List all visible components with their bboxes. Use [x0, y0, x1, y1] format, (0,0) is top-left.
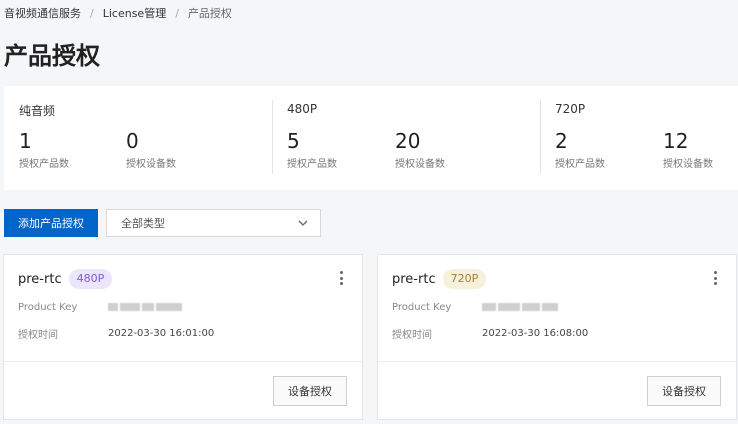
breadcrumb-item-current: 产品授权: [187, 7, 232, 20]
card-header: pre-rtc 720P: [392, 269, 487, 289]
auth-time-row: 授权时间 2022-03-30 16:08:00: [392, 326, 588, 341]
product-key-value-redacted: [482, 301, 558, 313]
stat-value: 5: [287, 129, 300, 153]
divider: [540, 100, 541, 174]
stat-label: 授权产品数: [555, 159, 605, 170]
add-product-license-button[interactable]: 添加产品授权: [4, 209, 98, 237]
stat-item: 20 授权设备数: [395, 128, 445, 170]
stat-value: 0: [126, 129, 139, 153]
auth-time-value: 2022-03-30 16:01:00: [108, 328, 215, 339]
stat-value: 1: [19, 129, 32, 153]
divider: [272, 100, 273, 174]
breadcrumb-separator: /: [175, 6, 179, 20]
product-name: pre-rtc: [18, 271, 62, 287]
product-key-label: Product Key: [18, 301, 78, 313]
product-key-label: Product Key: [392, 301, 452, 313]
page-title: 产品授权: [4, 42, 100, 70]
stat-label: 授权产品数: [287, 159, 337, 170]
product-name: pre-rtc: [392, 271, 436, 287]
stat-label: 授权设备数: [663, 159, 713, 170]
stat-group-480p: 480P 5 授权产品数 20 授权设备数: [272, 86, 540, 190]
stat-item: 12 授权设备数: [663, 128, 713, 170]
stat-group-audio: 纯音频 1 授权产品数 0 授权设备数: [4, 86, 272, 190]
chevron-down-icon: [298, 220, 308, 226]
product-key-row: Product Key: [392, 301, 558, 313]
auth-time-value: 2022-03-30 16:08:00: [482, 328, 589, 339]
stat-value: 12: [663, 129, 689, 153]
stat-value: 20: [395, 129, 421, 153]
resolution-badge: 720P: [442, 269, 487, 289]
auth-time-row: 授权时间 2022-03-30 16:01:00: [18, 326, 214, 341]
stat-group-title: 720P: [555, 102, 586, 116]
card-header: pre-rtc 480P: [18, 269, 113, 289]
stat-value: 2: [555, 129, 568, 153]
auth-time-label: 授权时间: [392, 330, 432, 341]
more-vertical-icon[interactable]: [710, 270, 720, 286]
stat-item: 0 授权设备数: [126, 128, 176, 170]
product-key-row: Product Key: [18, 301, 182, 313]
device-auth-button[interactable]: 设备授权: [273, 376, 347, 406]
card-divider: [4, 361, 362, 362]
stat-item: 2 授权产品数: [555, 128, 605, 170]
resolution-badge: 480P: [68, 269, 113, 289]
breadcrumb-item-service[interactable]: 音视频通信服务: [4, 5, 81, 21]
card-divider: [378, 361, 736, 362]
auth-time-label: 授权时间: [18, 330, 58, 341]
stat-group-title: 纯音频: [19, 104, 56, 118]
breadcrumb: 音视频通信服务 / License管理 / 产品授权: [4, 5, 232, 21]
stat-item: 1 授权产品数: [19, 128, 69, 170]
stat-label: 授权产品数: [19, 159, 69, 170]
more-vertical-icon[interactable]: [336, 270, 346, 286]
device-auth-button[interactable]: 设备授权: [647, 376, 721, 406]
breadcrumb-item-license[interactable]: License管理: [103, 5, 166, 21]
stat-label: 授权设备数: [126, 159, 176, 170]
type-select-value: 全部类型: [121, 217, 165, 230]
stat-label: 授权设备数: [395, 159, 445, 170]
stat-group-720p: 720P 2 授权产品数 12 授权设备数: [540, 86, 738, 190]
type-select[interactable]: 全部类型: [106, 209, 321, 237]
stat-item: 5 授权产品数: [287, 128, 337, 170]
stat-group-title: 480P: [287, 102, 318, 116]
stats-panel: 纯音频 1 授权产品数 0 授权设备数 480P 5 授权产品数 20 授权设备…: [4, 86, 738, 190]
product-card: pre-rtc 480P Product Key 授权时间 2022-03-30…: [3, 254, 363, 420]
breadcrumb-separator: /: [90, 6, 94, 20]
product-key-value-redacted: [108, 301, 182, 313]
product-card: pre-rtc 720P Product Key 授权时间 2022-03-30…: [377, 254, 737, 420]
